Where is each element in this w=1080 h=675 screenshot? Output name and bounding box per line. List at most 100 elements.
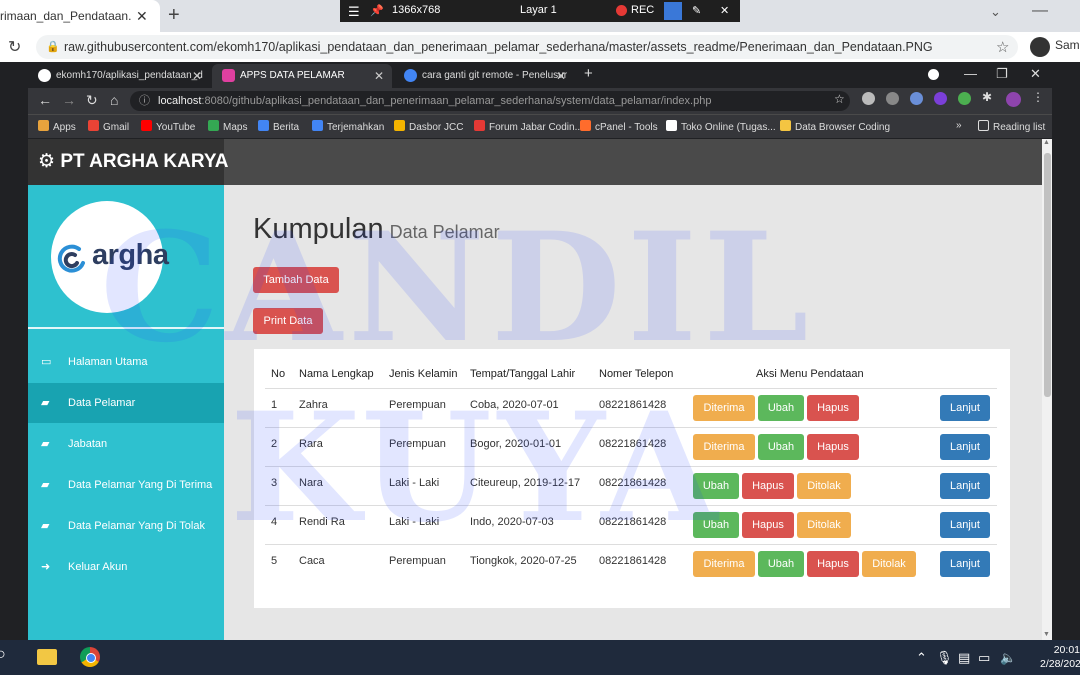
close-icon[interactable]: ✕	[192, 64, 202, 88]
ubah-button[interactable]: Ubah	[758, 551, 804, 577]
bookmark-item[interactable]: Data Browser Coding	[780, 120, 890, 133]
lanjut-button[interactable]: Lanjut	[940, 434, 990, 460]
sidebar-item-data-pelamar[interactable]: ▰ Data Pelamar	[28, 383, 224, 423]
sidebar-item-halaman-utama[interactable]: ▭ Halaman Utama	[28, 342, 224, 382]
avatar[interactable]	[1006, 92, 1021, 107]
hapus-button[interactable]: Hapus	[807, 551, 859, 577]
star-icon[interactable]: ☆	[834, 92, 845, 106]
outer-url-field[interactable]: 🔒 raw.githubusercontent.com/ekomh170/apl…	[36, 35, 1018, 59]
scrollbar[interactable]: ▲ ▼	[1042, 139, 1052, 641]
extension-icon[interactable]	[934, 92, 947, 105]
bookmark-item[interactable]: Maps	[208, 120, 247, 133]
info-icon[interactable]: ⓘ	[139, 91, 150, 111]
hapus-button[interactable]: Hapus	[742, 473, 794, 499]
sidebar-item-data-pelamar-yang-di-terima[interactable]: ▰ Data Pelamar Yang Di Terima	[28, 465, 224, 505]
close-icon[interactable]: ✕	[720, 4, 729, 17]
url-host: localhost	[158, 95, 202, 107]
lock-icon[interactable]: 🔒	[46, 35, 60, 59]
extension-icon[interactable]	[886, 92, 899, 105]
close-icon[interactable]: ✕	[374, 64, 384, 88]
close-icon[interactable]: ✕	[1030, 66, 1041, 82]
forward-icon[interactable]: →	[62, 92, 76, 108]
lanjut-button[interactable]: Lanjut	[940, 551, 990, 577]
tab-label: ekomh170/aplikasi_pendataan_d	[56, 70, 203, 81]
diterima-button[interactable]: Diterima	[693, 551, 755, 577]
bookmark-item[interactable]: YouTube	[141, 120, 195, 133]
ditolak-button[interactable]: Ditolak	[797, 512, 851, 538]
inner-tab-google[interactable]: cara ganti git remote - Penelusur ✕	[394, 64, 574, 88]
keyboard-icon[interactable]: ▤	[958, 650, 970, 666]
minimize-icon[interactable]: —	[964, 66, 977, 81]
pin-icon[interactable]: 📌	[370, 4, 384, 17]
chevron-up-icon[interactable]: ⌃	[916, 650, 927, 666]
scrollbar-thumb[interactable]	[1044, 153, 1051, 397]
back-icon[interactable]: ←	[38, 92, 52, 108]
lanjut-button[interactable]: Lanjut	[940, 473, 990, 499]
search-icon[interactable]: ○	[0, 646, 6, 664]
restore-icon[interactable]: ❐	[996, 66, 1008, 82]
inner-url-field[interactable]: ⓘ localhost:8080/github/aplikasi_pendata…	[130, 91, 850, 111]
sidebar-item-keluar-akun[interactable]: ➜ Keluar Akun	[28, 547, 224, 587]
star-icon[interactable]: ☆	[996, 38, 1009, 56]
camera-icon[interactable]	[664, 2, 682, 20]
ubah-button[interactable]: Ubah	[758, 395, 804, 421]
record-icon[interactable]	[928, 69, 939, 80]
ubah-button[interactable]: Ubah	[693, 512, 739, 538]
ubah-button[interactable]: Ubah	[693, 473, 739, 499]
menu-icon[interactable]: ☰	[348, 4, 360, 20]
extension-icon[interactable]	[862, 92, 875, 105]
add-data-button[interactable]: Tambah Data	[253, 267, 339, 293]
new-tab-button[interactable]: +	[584, 65, 593, 82]
clock[interactable]: 20:01 2/28/202	[1040, 643, 1080, 671]
home-icon[interactable]: ⌂	[110, 92, 118, 108]
extension-icon[interactable]	[910, 92, 923, 105]
close-icon[interactable]: ✕	[556, 64, 566, 88]
bookmarks-more-button[interactable]: »	[956, 120, 962, 131]
outer-tab-active[interactable]: rimaan_dan_Pendataan.PNG ✕	[0, 0, 160, 32]
lanjut-button[interactable]: Lanjut	[940, 395, 990, 421]
hapus-button[interactable]: Hapus	[807, 395, 859, 421]
bookmark-item[interactable]: Toko Online (Tugas...	[666, 120, 776, 133]
chevron-down-icon[interactable]: ⌄	[990, 4, 1001, 20]
os-taskbar: ○ ⌃ 🎙 ▤ ▭ 🔈 20:01 2/28/202	[0, 640, 1080, 675]
diterima-button[interactable]: Diterima	[693, 395, 755, 421]
print-data-button[interactable]: Print Data	[253, 308, 323, 334]
inner-tab-apps[interactable]: APPS DATA PELAMAR ✕	[212, 64, 392, 88]
microphone-icon[interactable]: 🎙	[936, 650, 953, 666]
chrome-icon[interactable]	[80, 647, 100, 667]
diterima-button[interactable]: Diterima	[693, 434, 755, 460]
pen-icon[interactable]: ✎	[692, 4, 701, 17]
hapus-button[interactable]: Hapus	[807, 434, 859, 460]
inner-tab-github[interactable]: ekomh170/aplikasi_pendataan_d ✕	[28, 64, 210, 88]
sidebar-item-data-pelamar-yang-di-tolak[interactable]: ▰ Data Pelamar Yang Di Tolak	[28, 506, 224, 546]
bookmark-item[interactable]: Terjemahkan	[312, 120, 384, 133]
ubah-button[interactable]: Ubah	[758, 434, 804, 460]
bookmark-item[interactable]: cPanel - Tools	[580, 120, 658, 133]
bookmark-item[interactable]: Forum Jabar Codin...	[474, 120, 583, 133]
lanjut-button[interactable]: Lanjut	[940, 512, 990, 538]
minimize-icon[interactable]: —	[1032, 2, 1048, 20]
sidebar-item-jabatan[interactable]: ▰ Jabatan	[28, 424, 224, 464]
ditolak-button[interactable]: Ditolak	[797, 473, 851, 499]
puzzle-icon[interactable]: ✱	[982, 90, 995, 104]
reload-icon[interactable]: ↻	[86, 92, 98, 109]
reading-list-button[interactable]: Reading list	[978, 120, 1045, 133]
profile-avatar[interactable]	[1030, 37, 1050, 57]
bookmark-item[interactable]: Gmail	[88, 120, 129, 133]
brand[interactable]: ⚙ PT ARGHA KARYA	[28, 139, 229, 185]
new-tab-button[interactable]: +	[168, 0, 180, 30]
scroll-down-icon[interactable]: ▼	[1043, 631, 1050, 638]
close-icon[interactable]: ✕	[136, 0, 148, 32]
hapus-button[interactable]: Hapus	[742, 512, 794, 538]
battery-icon[interactable]: ▭	[978, 650, 990, 666]
file-explorer-icon[interactable]	[37, 649, 57, 665]
extension-icon[interactable]	[958, 92, 971, 105]
bookmark-item[interactable]: Dasbor JCC	[394, 120, 463, 133]
more-icon[interactable]: ⋮	[1032, 90, 1045, 104]
volume-icon[interactable]: 🔈	[1000, 650, 1016, 666]
bookmark-item[interactable]: Apps	[38, 120, 76, 133]
ditolak-button[interactable]: Ditolak	[862, 551, 916, 577]
bookmark-item[interactable]: Berita	[258, 120, 299, 133]
scroll-up-icon[interactable]: ▲	[1043, 139, 1050, 146]
reload-icon[interactable]: ↻	[8, 37, 21, 57]
